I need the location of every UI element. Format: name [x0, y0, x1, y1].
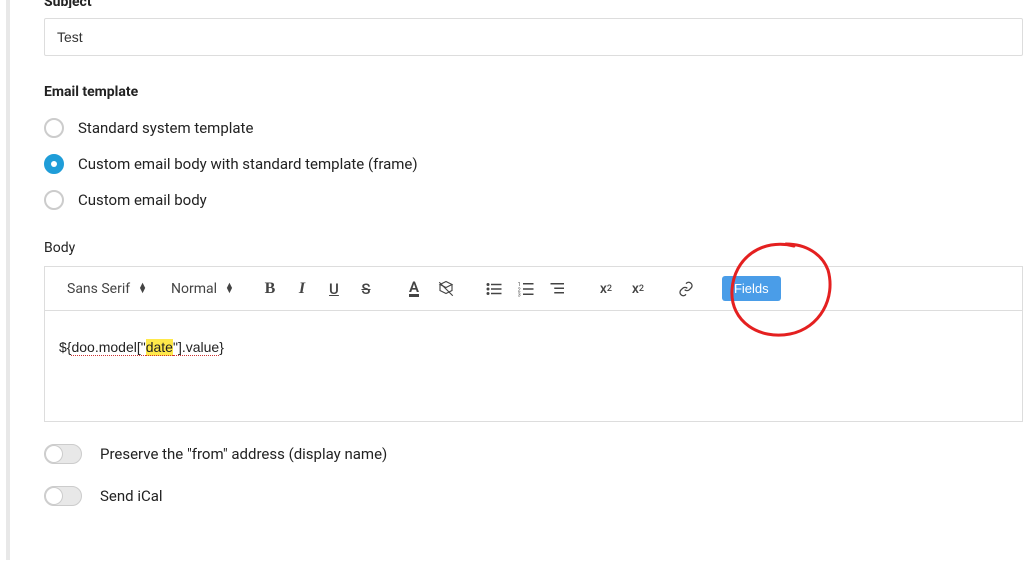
radio-option-standard[interactable]: Standard system template — [44, 118, 1023, 138]
font-family-select[interactable]: Sans Serif ▲▼ — [67, 281, 147, 297]
bullet-list-button[interactable] — [482, 277, 506, 301]
font-size-select[interactable]: Normal ▲▼ — [171, 281, 234, 297]
radio-option-custom-frame[interactable]: Custom email body with standard template… — [44, 154, 1023, 174]
send-ical-toggle[interactable] — [44, 486, 82, 506]
background-color-button[interactable] — [434, 277, 458, 301]
editor-text: ${doo.model["date"].value} — [59, 339, 224, 356]
bold-button[interactable]: B — [258, 277, 282, 301]
rich-text-editor: Sans Serif ▲▼ Normal ▲▼ B I U S — [44, 266, 1023, 422]
radio-icon — [44, 190, 64, 210]
subject-input[interactable] — [44, 18, 1023, 56]
link-group — [662, 277, 710, 301]
preserve-from-label: Preserve the "from" address (display nam… — [100, 445, 387, 463]
form-container: Subject Email template Standard system t… — [6, 0, 1023, 560]
email-template-label: Email template — [44, 84, 1023, 100]
font-size-value: Normal — [171, 281, 217, 297]
italic-button[interactable]: I — [290, 277, 314, 301]
body-label: Body — [44, 240, 1023, 256]
color-group: A — [390, 277, 470, 301]
subscript-button[interactable]: x2 — [594, 277, 618, 301]
editor-toolbar: Sans Serif ▲▼ Normal ▲▼ B I U S — [45, 267, 1022, 311]
link-button[interactable] — [674, 277, 698, 301]
toggle-knob — [45, 487, 63, 505]
send-ical-label: Send iCal — [100, 487, 163, 505]
indent-list-button[interactable] — [546, 277, 570, 301]
radio-label: Standard system template — [78, 119, 253, 137]
select-arrows-icon: ▲▼ — [138, 284, 147, 294]
radio-label: Custom email body with standard template… — [78, 155, 418, 173]
preserve-from-toggle-row: Preserve the "from" address (display nam… — [44, 444, 1023, 464]
editor-content-area[interactable]: ${doo.model["date"].value} — [45, 311, 1022, 421]
format-group: B I U S — [246, 277, 390, 301]
font-family-value: Sans Serif — [67, 281, 130, 297]
fields-group: Fields — [710, 276, 793, 301]
body-section: Body Sans Serif ▲▼ Normal ▲▼ B — [44, 240, 1023, 422]
svg-text:3: 3 — [518, 292, 521, 298]
numbered-list-button[interactable]: 123 — [514, 277, 538, 301]
superscript-button[interactable]: x2 — [626, 277, 650, 301]
underline-button[interactable]: U — [322, 277, 346, 301]
send-ical-toggle-row: Send iCal — [44, 486, 1023, 506]
script-group: x2 x2 — [582, 277, 662, 301]
text-color-button[interactable]: A — [402, 277, 426, 301]
preserve-from-toggle[interactable] — [44, 444, 82, 464]
radio-option-custom-body[interactable]: Custom email body — [44, 190, 1023, 210]
font-group: Sans Serif ▲▼ — [55, 281, 159, 297]
radio-icon — [44, 154, 64, 174]
fields-button[interactable]: Fields — [722, 276, 781, 301]
select-arrows-icon: ▲▼ — [225, 284, 234, 294]
size-group: Normal ▲▼ — [159, 281, 246, 297]
radio-icon — [44, 118, 64, 138]
subject-label: Subject — [44, 0, 1023, 8]
list-group: 123 — [470, 277, 582, 301]
strikethrough-button[interactable]: S — [354, 277, 378, 301]
toggle-knob — [45, 445, 63, 463]
radio-label: Custom email body — [78, 191, 207, 209]
email-template-radio-group: Standard system template Custom email bo… — [44, 118, 1023, 210]
